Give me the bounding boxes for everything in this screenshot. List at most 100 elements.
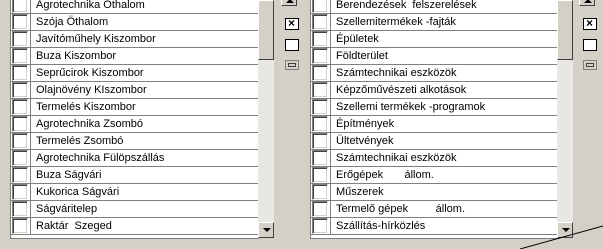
item-checkbox[interactable] — [12, 116, 28, 132]
grid-icon — [288, 63, 296, 67]
list-item[interactable]: Földterület — [311, 47, 558, 65]
left-listbox[interactable]: Agrotechnika Öthalom Szója Öthalom Javítóm… — [10, 0, 259, 239]
right-empty-checkbox-button[interactable] — [583, 39, 597, 51]
grid-icon — [586, 63, 594, 67]
list-item[interactable]: Erőgépek állom. — [311, 166, 558, 184]
item-checkbox[interactable] — [312, 133, 328, 149]
grid-view-button[interactable] — [285, 60, 299, 70]
column-divider — [330, 115, 331, 132]
x-icon: × — [586, 16, 594, 30]
item-checkbox[interactable] — [312, 201, 328, 217]
item-label: Termelő gépek állom. — [336, 203, 465, 215]
item-checkbox[interactable] — [312, 48, 328, 64]
item-checkbox[interactable] — [312, 184, 328, 200]
right-grid-view-button[interactable] — [583, 60, 597, 70]
column-divider — [330, 200, 331, 217]
list-item[interactable]: Buza Ságvári — [11, 166, 259, 184]
list-item[interactable]: Ságváritelep — [11, 200, 259, 218]
left-scrollbar[interactable] — [258, 0, 274, 238]
right-uncheck-all-button[interactable]: × — [583, 16, 597, 30]
column-divider — [30, 115, 31, 132]
item-label: Műszerek — [336, 186, 384, 198]
list-item[interactable]: Építmények — [311, 115, 558, 133]
item-label: Földterület — [336, 50, 388, 62]
item-checkbox[interactable] — [312, 31, 328, 47]
item-label: Ültetvények — [336, 135, 394, 147]
item-checkbox[interactable] — [312, 65, 328, 81]
list-item[interactable]: Agrotechnika Fülöpszállás — [11, 149, 259, 167]
column-divider — [30, 183, 31, 200]
item-checkbox[interactable] — [312, 116, 328, 132]
list-item[interactable]: Számtechnikai eszközök — [311, 64, 558, 82]
list-item[interactable]: Olajnövény KIszombor — [11, 81, 259, 99]
item-label: Berendezések felszerelések — [336, 0, 477, 11]
x-icon: × — [288, 16, 296, 30]
item-checkbox[interactable] — [312, 218, 328, 234]
item-label: Olajnövény KIszombor — [36, 84, 147, 96]
right-listbox[interactable]: Berendezések felszerelések Szellemitermék… — [310, 0, 558, 239]
item-checkbox[interactable] — [12, 65, 28, 81]
column-divider — [330, 30, 331, 47]
column-divider — [330, 183, 331, 200]
item-checkbox[interactable] — [312, 99, 328, 115]
right-scroll-thumb[interactable] — [557, 0, 573, 60]
chevron-down-icon — [263, 228, 271, 232]
list-item[interactable]: Termelés Zsombó — [11, 132, 259, 150]
item-label: Buza Kiszombor — [36, 50, 117, 62]
item-checkbox[interactable] — [312, 150, 328, 166]
item-checkbox[interactable] — [312, 14, 328, 30]
item-checkbox[interactable] — [12, 99, 28, 115]
list-item[interactable]: Javítóműhely Kiszombor — [11, 30, 259, 48]
list-item[interactable]: Műszerek — [311, 183, 558, 201]
item-checkbox[interactable] — [312, 0, 328, 13]
column-divider — [30, 0, 31, 13]
item-checkbox[interactable] — [12, 201, 28, 217]
item-checkbox[interactable] — [12, 82, 28, 98]
left-scroll-down-button[interactable] — [258, 222, 274, 238]
item-checkbox[interactable] — [12, 133, 28, 149]
list-item[interactable]: Szellemitermékek -fajták — [311, 13, 558, 31]
item-checkbox[interactable] — [12, 48, 28, 64]
item-checkbox[interactable] — [12, 14, 28, 30]
item-label: Szállítás-hírközlés — [336, 220, 426, 232]
item-label: Számtechnikai eszközök — [336, 67, 457, 79]
list-item[interactable]: Agrotechnika Öthalom — [11, 0, 259, 14]
right-toolbar-up-button[interactable] — [579, 0, 595, 6]
right-toolbar: × — [575, 0, 603, 240]
left-toolbar-up-button[interactable] — [281, 0, 297, 6]
list-item[interactable]: Ültetvények — [311, 132, 558, 150]
item-checkbox[interactable] — [312, 82, 328, 98]
list-item[interactable]: Buza Kiszombor — [11, 47, 259, 65]
list-item[interactable]: Termelő gépek állom. — [311, 200, 558, 218]
empty-checkbox-button[interactable] — [285, 39, 299, 51]
column-divider — [30, 81, 31, 98]
item-label: Épületek — [336, 33, 379, 45]
list-item[interactable]: Számtechnikai eszközök — [311, 149, 558, 167]
list-item[interactable]: Kukorica Ságvári — [11, 183, 259, 201]
column-divider — [30, 30, 31, 47]
list-item[interactable]: Épületek — [311, 30, 558, 48]
column-divider — [30, 200, 31, 217]
list-item[interactable]: Agrotechnika Zsombó — [11, 115, 259, 133]
list-item[interactable]: Berendezések felszerelések — [311, 0, 558, 14]
item-label: Agrotechnika Zsombó — [36, 118, 143, 130]
item-checkbox[interactable] — [12, 167, 28, 183]
list-item[interactable]: Képzőművészeti alkotások — [311, 81, 558, 99]
item-checkbox[interactable] — [12, 218, 28, 234]
item-checkbox[interactable] — [312, 167, 328, 183]
right-scrollbar[interactable] — [557, 0, 573, 238]
item-label: Ságváritelep — [36, 203, 98, 215]
item-checkbox[interactable] — [12, 184, 28, 200]
uncheck-all-button[interactable]: × — [285, 16, 299, 30]
column-divider — [330, 47, 331, 64]
item-checkbox[interactable] — [12, 150, 28, 166]
list-item[interactable]: Raktár Szeged — [11, 217, 259, 235]
list-item[interactable]: Szellemi termékek -programok — [311, 98, 558, 116]
item-checkbox[interactable] — [12, 0, 28, 13]
item-label: Képzőművészeti alkotások — [336, 84, 467, 96]
left-scroll-thumb[interactable] — [258, 0, 274, 60]
list-item[interactable]: Termelés Kiszombor — [11, 98, 259, 116]
list-item[interactable]: Szója Öthalom — [11, 13, 259, 31]
item-checkbox[interactable] — [12, 31, 28, 47]
list-item[interactable]: Seprűcirok Kiszombor — [11, 64, 259, 82]
